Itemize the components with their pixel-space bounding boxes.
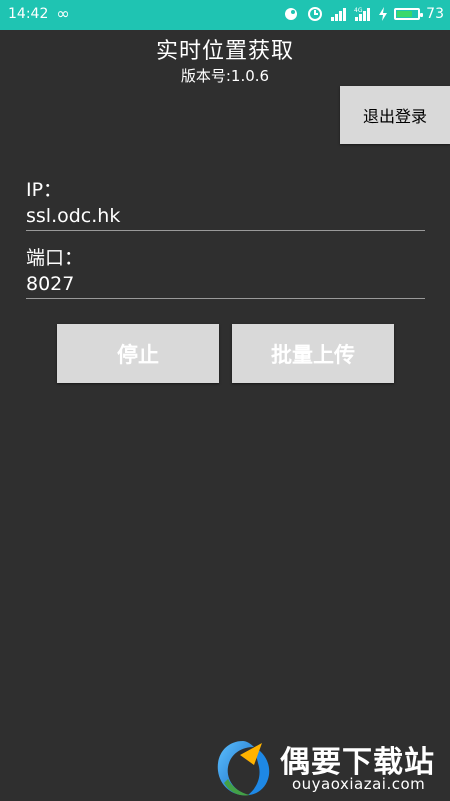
- ip-field[interactable]: ssl.odc.hk: [26, 205, 120, 227]
- battery-fill: [397, 11, 412, 17]
- status-bar-left: 14:42 ∞: [8, 3, 70, 23]
- logout-button[interactable]: 退出登录: [340, 86, 450, 144]
- ip-underline: [26, 230, 425, 231]
- watermark: 偶要下载站 ouyaoxiazai.com: [210, 735, 450, 800]
- status-bar-right: 4G 73: [282, 6, 444, 22]
- watermark-url: ouyaoxiazai.com: [292, 775, 426, 793]
- version-label: 版本号:1.0.6: [180, 67, 270, 85]
- 4g-signal-icon: 4G: [354, 6, 372, 22]
- port-underline: [26, 298, 425, 299]
- watermark-logo-icon: [217, 741, 270, 796]
- page-title: 实时位置获取: [155, 39, 294, 64]
- batch-upload-button[interactable]: 批量上传: [232, 324, 394, 383]
- infinity-icon: ∞: [56, 3, 70, 23]
- svg-text:4G: 4G: [354, 7, 363, 14]
- battery-icon: [394, 8, 424, 20]
- status-bar: 14:42 ∞ 4G 73: [0, 0, 450, 30]
- battery-cap: [420, 13, 424, 17]
- port-field[interactable]: 8027: [26, 273, 74, 295]
- app-icon: [282, 6, 300, 22]
- port-label: 端口：: [26, 247, 84, 269]
- status-time: 14:42: [8, 6, 49, 22]
- alarm-icon: [306, 6, 324, 22]
- charging-icon: [378, 6, 388, 22]
- stop-button[interactable]: 停止: [57, 324, 219, 383]
- signal-icon: [330, 6, 348, 22]
- battery-percent: 73: [426, 6, 444, 22]
- ip-label: IP：: [26, 179, 63, 201]
